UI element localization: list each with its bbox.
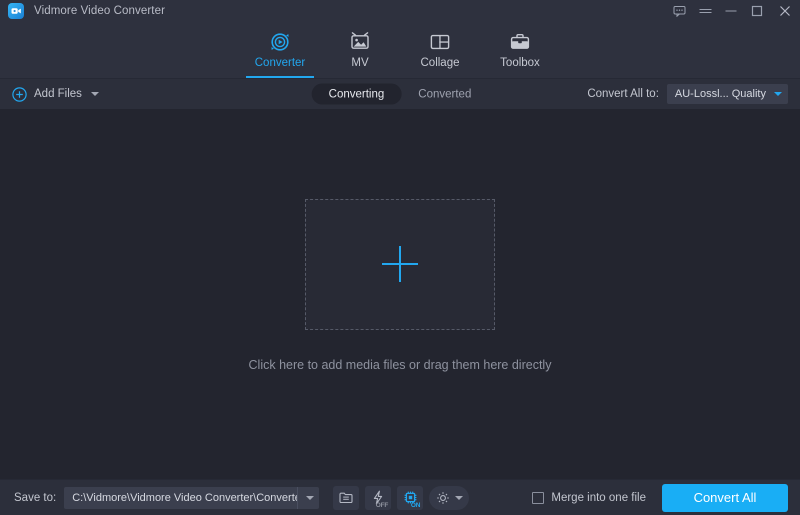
maximize-icon[interactable]: [744, 0, 770, 22]
video-camera-logo-icon: [8, 3, 24, 19]
action-toolbar: Add Files Converting Converted Convert A…: [0, 78, 800, 109]
tab-collage[interactable]: Collage: [400, 22, 480, 78]
main-content: Click here to add media files or drag th…: [0, 109, 800, 479]
save-path-field[interactable]: C:\Vidmore\Vidmore Video Converter\Conve…: [64, 486, 320, 509]
segment-converting[interactable]: Converting: [311, 83, 402, 105]
convert-all-to-select[interactable]: AU-Lossl... Quality: [666, 84, 788, 104]
save-path-value: C:\Vidmore\Vidmore Video Converter\Conve…: [72, 491, 298, 504]
save-path-dropdown[interactable]: [297, 486, 319, 509]
app-window: Vidmore Video Converter Converter MV Col…: [0, 0, 800, 515]
open-folder-icon-button[interactable]: [333, 485, 360, 510]
dropzone-wrap: Click here to add media files or drag th…: [248, 198, 552, 372]
menu-icon[interactable]: [692, 0, 718, 22]
chevron-down-icon[interactable]: [90, 92, 99, 96]
mv-icon: [349, 30, 371, 54]
title-bar: Vidmore Video Converter: [0, 0, 800, 22]
save-to-label: Save to:: [14, 491, 57, 504]
window-controls: [666, 0, 800, 22]
add-files-button[interactable]: Add Files: [12, 86, 99, 102]
status-filter-segments: Converting Converted: [311, 83, 489, 105]
segment-converted[interactable]: Converted: [401, 84, 488, 105]
toolbox-icon: [509, 30, 531, 54]
bottom-tool-buttons: OFF ON: [333, 485, 470, 510]
merge-checkbox[interactable]: [532, 491, 545, 504]
dropzone-hint: Click here to add media files or drag th…: [248, 357, 552, 372]
convert-all-to-label: Convert All to:: [587, 88, 659, 100]
tab-mv-label: MV: [351, 57, 369, 69]
convert-all-to-value: AU-Lossl... Quality: [674, 88, 766, 100]
tab-collage-label: Collage: [420, 57, 460, 69]
bottom-bar: Save to: C:\Vidmore\Vidmore Video Conver…: [0, 479, 800, 515]
collage-icon: [429, 30, 451, 54]
chevron-down-icon: [774, 92, 782, 96]
hardware-accel-lightning-button[interactable]: OFF: [365, 485, 392, 510]
main-navigation: Converter MV Collage Toolbox: [0, 22, 800, 78]
merge-label: Merge into one file: [551, 491, 646, 504]
feedback-icon[interactable]: [666, 0, 692, 22]
chevron-down-icon: [305, 495, 314, 500]
gpu-acceleration-button[interactable]: ON: [397, 485, 424, 510]
nav-tab-list: Converter MV Collage Toolbox: [240, 22, 560, 78]
merge-into-one-file-option[interactable]: Merge into one file: [532, 491, 646, 504]
close-icon[interactable]: [770, 0, 800, 22]
gpu-state-label: ON: [410, 501, 421, 509]
tab-mv[interactable]: MV: [320, 22, 400, 78]
chevron-down-icon: [454, 495, 463, 500]
tab-toolbox-label: Toolbox: [500, 57, 540, 69]
lightning-state-label: OFF: [375, 501, 389, 509]
tab-toolbox[interactable]: Toolbox: [480, 22, 560, 78]
convert-all-to-group: Convert All to: AU-Lossl... Quality: [587, 84, 788, 104]
app-title: Vidmore Video Converter: [34, 5, 166, 17]
minimize-icon[interactable]: [718, 0, 744, 22]
converter-icon: [269, 30, 291, 54]
settings-gear-button[interactable]: [429, 485, 470, 510]
tab-converter-label: Converter: [254, 57, 306, 69]
add-files-label: Add Files: [34, 88, 82, 100]
tab-converter[interactable]: Converter: [240, 22, 320, 78]
plus-circle-icon: [12, 86, 27, 102]
plus-icon: [381, 246, 418, 282]
media-dropzone[interactable]: [304, 198, 495, 330]
convert-all-button[interactable]: Convert All: [662, 483, 788, 512]
